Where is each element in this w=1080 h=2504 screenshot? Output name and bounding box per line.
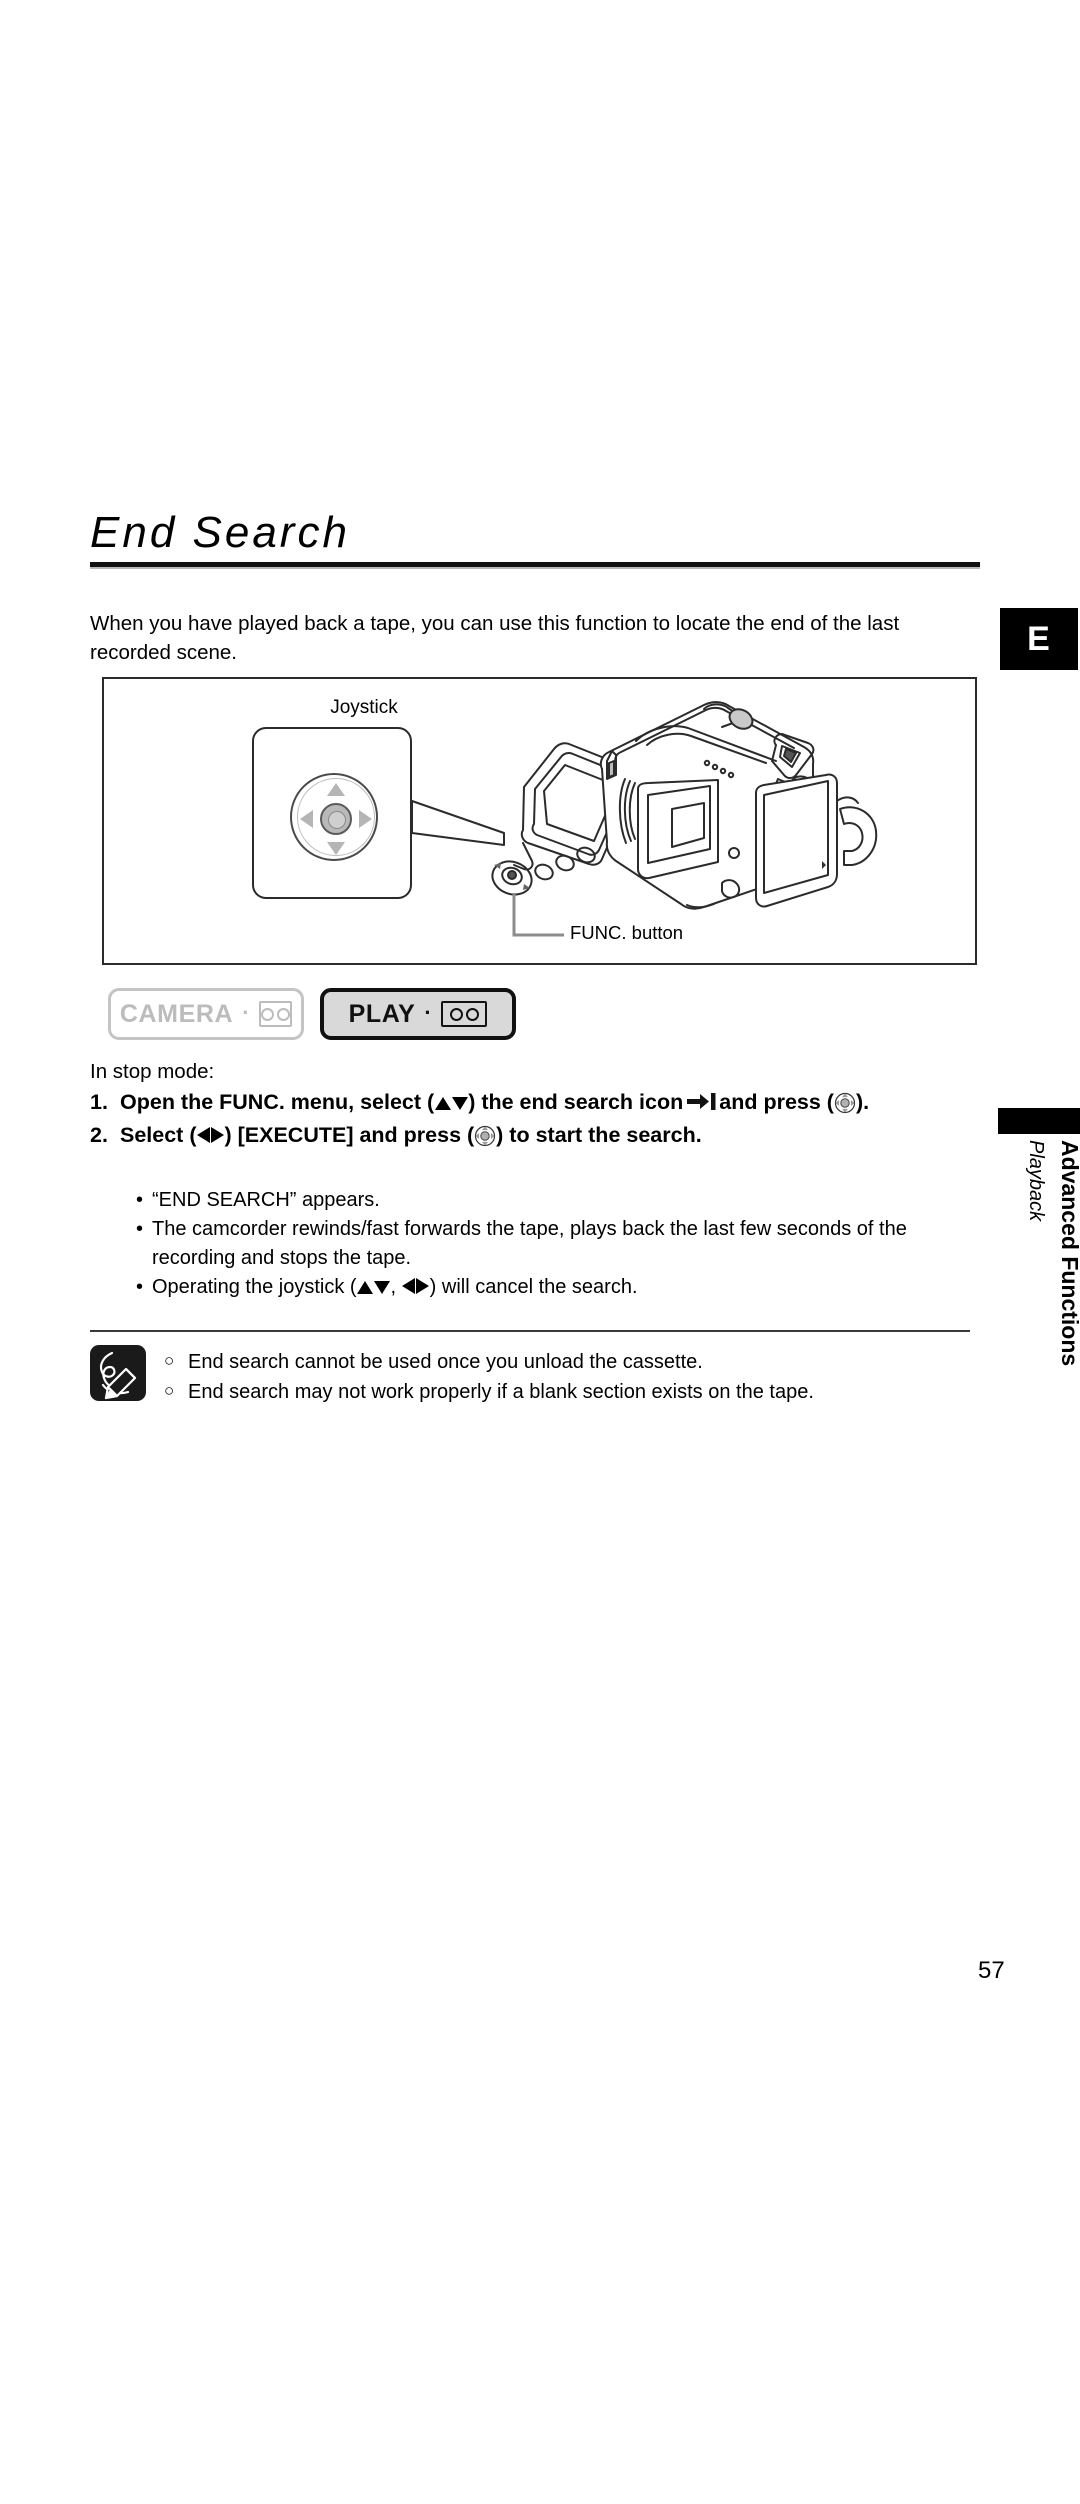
joystick-up-arrow-icon	[327, 783, 345, 796]
step2-part2: ) [EXECUTE] and press (	[224, 1123, 475, 1148]
step-text: Open the FUNC. menu, select ( ) the end s…	[120, 1088, 970, 1119]
note-item: ○ End search may not work properly if a …	[164, 1377, 814, 1407]
procedure-step-2: 2. Select ( ) [EXECUTE] and press ( ) to s…	[90, 1121, 970, 1150]
note-items: ○ End search cannot be used once you unl…	[164, 1345, 814, 1407]
page-title: End Search	[90, 508, 350, 557]
sidebar-subsection-label: Playback	[1025, 1140, 1047, 1222]
bullet-text: Operating the joystick (, ) will cancel …	[152, 1273, 966, 1301]
procedure-steps: 1. Open the FUNC. menu, select ( ) the en…	[90, 1088, 970, 1152]
joystick-press-glyph-icon	[834, 1092, 856, 1114]
camcorder-illustration	[411, 701, 878, 937]
joystick-down-glyph-icon	[374, 1281, 391, 1295]
mode-play-label: PLAY	[348, 999, 416, 1028]
mode-camera-indicator: CAMERA ·	[108, 988, 304, 1040]
tape-cassette-icon	[259, 1001, 293, 1027]
joystick-press-glyph-icon	[474, 1125, 496, 1147]
bullet-item: • “END SEARCH” appears.	[136, 1186, 966, 1214]
manual-page: End Search When you have played back a t…	[0, 0, 1080, 2504]
bullet-item: • Operating the joystick (, ) will cance…	[136, 1273, 966, 1301]
mode-indicator-group: CAMERA · PLAY ·	[108, 988, 516, 1040]
mode-play-indicator: PLAY ·	[320, 988, 516, 1040]
joystick-down-glyph-icon	[451, 1097, 468, 1110]
joystick-left-glyph-icon	[196, 1127, 210, 1144]
joystick-right-glyph-icon	[416, 1278, 430, 1295]
step1-part1: Open the FUNC. menu, select (	[120, 1090, 435, 1114]
side-tab-text: Advanced Functions Playback	[998, 1140, 1080, 1440]
joystick-down-arrow-icon	[327, 842, 345, 855]
bullet3-mid: ,	[390, 1276, 397, 1299]
joystick-pad-icon	[290, 773, 378, 861]
tape-reel-left-icon	[449, 1007, 463, 1021]
tape-reel-right-icon	[277, 1007, 291, 1021]
joystick-detail-frame	[252, 727, 412, 899]
notes-divider	[90, 1330, 970, 1332]
joystick-right-glyph-icon	[210, 1127, 224, 1144]
joystick-left-arrow-icon	[300, 810, 313, 828]
step2-part1: Select (	[120, 1123, 197, 1148]
language-tab: E	[1000, 608, 1078, 670]
sidebar-section-label: Advanced Functions	[1057, 1140, 1080, 1367]
mode-separator-dot: ·	[424, 999, 433, 1025]
section-side-tab: Advanced Functions Playback	[998, 1108, 1080, 1440]
step-number: 1.	[90, 1090, 108, 1114]
bullet-text: “END SEARCH” appears.	[152, 1189, 380, 1211]
tape-cassette-icon	[441, 1001, 488, 1027]
illustration-box: Joystick FUNC. button	[102, 677, 977, 965]
mode-camera-label: CAMERA	[119, 999, 234, 1028]
joystick-up-glyph-icon	[357, 1281, 374, 1295]
page-number: 57	[978, 1957, 1005, 1984]
title-divider	[90, 562, 980, 570]
precondition-text: In stop mode:	[90, 1060, 215, 1083]
joystick-center-button-icon	[320, 803, 352, 835]
note-marker: ○	[164, 1351, 175, 1370]
tape-reel-right-icon	[465, 1007, 479, 1021]
notes-block: ○ End search cannot be used once you unl…	[90, 1345, 970, 1407]
mode-separator-dot: ·	[242, 999, 251, 1025]
bullet-marker: •	[136, 1276, 144, 1299]
note-text: End search may not work properly if a bl…	[188, 1381, 814, 1403]
bullet3-post: ) will cancel the search.	[429, 1276, 638, 1299]
tape-reel-left-icon	[261, 1007, 275, 1021]
note-pencil-icon	[90, 1345, 146, 1401]
end-search-icon	[686, 1090, 716, 1119]
bullet-marker: •	[136, 1218, 144, 1241]
step1-part4: ).	[855, 1090, 870, 1114]
note-text: End search cannot be used once you unloa…	[188, 1351, 703, 1373]
step2-part3: ) to start the search.	[496, 1123, 702, 1148]
intro-paragraph: When you have played back a tape, you ca…	[90, 611, 900, 664]
joystick-left-glyph-icon	[402, 1278, 416, 1295]
step1-part3: and press (	[719, 1090, 834, 1114]
note-item: ○ End search cannot be used once you unl…	[164, 1347, 814, 1377]
notes-bullet-list: • “END SEARCH” appears. • The camcorder …	[136, 1186, 966, 1303]
bullet-text: The camcorder rewinds/fast forwards the …	[152, 1218, 907, 1269]
note-marker: ○	[164, 1381, 175, 1400]
bullet3-pre: Operating the joystick (	[152, 1276, 357, 1299]
bullet-item: • The camcorder rewinds/fast forwards th…	[136, 1215, 966, 1272]
step-number: 2.	[90, 1123, 108, 1148]
step1-part2: ) the end search icon	[468, 1090, 684, 1114]
joystick-right-arrow-icon	[359, 810, 372, 828]
func-button-label: FUNC. button	[570, 922, 684, 943]
procedure-step-1: 1. Open the FUNC. menu, select ( ) the en…	[90, 1088, 970, 1119]
bullet-marker: •	[136, 1189, 144, 1211]
step-text: Select ( ) [EXECUTE] and press ( ) to star…	[120, 1121, 970, 1150]
joystick-up-glyph-icon	[434, 1097, 451, 1110]
side-tab-bar	[998, 1108, 1080, 1134]
page-title-block: End Search	[90, 508, 980, 570]
